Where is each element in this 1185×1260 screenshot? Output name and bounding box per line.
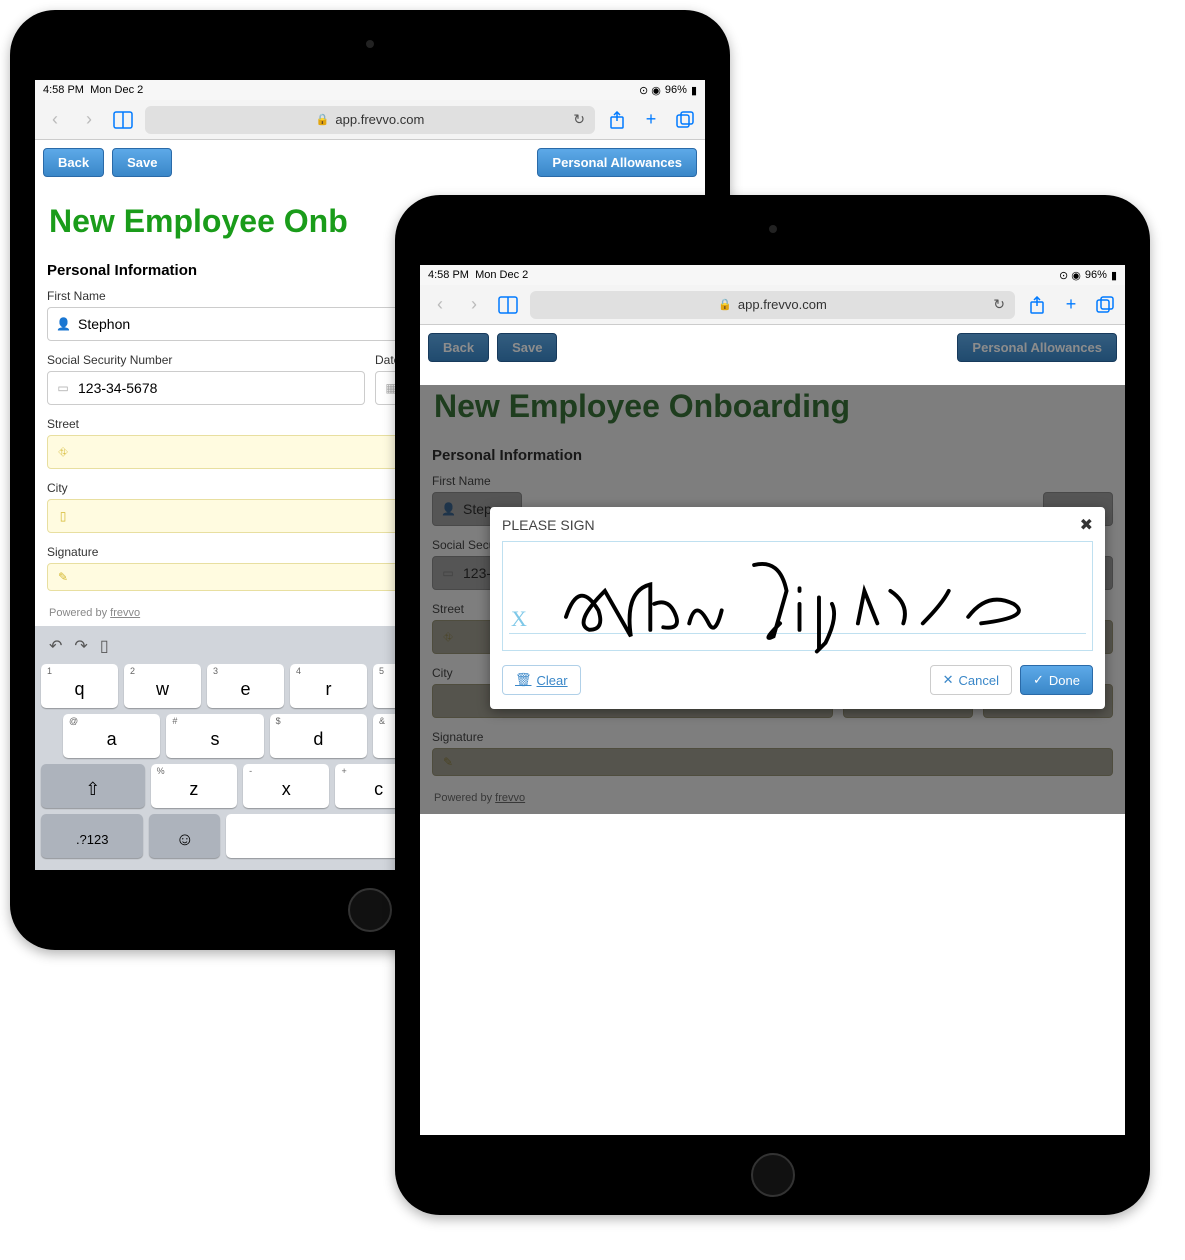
frevvo-link[interactable]: frevvo xyxy=(110,607,140,619)
wifi-icon: ⊙ ◉ xyxy=(1059,269,1081,282)
plus-icon[interactable]: + xyxy=(639,109,663,130)
save-button[interactable]: Save xyxy=(112,148,172,177)
clear-button[interactable]: 🗑Clear xyxy=(502,665,581,695)
screen-2: 4:58 PM Mon Dec 2 ⊙ ◉ 96% ▮ ‹ › 🔒 app.fr… xyxy=(420,265,1125,1135)
reload-icon[interactable]: ↻ xyxy=(573,111,585,128)
forward-nav-icon[interactable]: › xyxy=(77,109,101,130)
bookmarks-icon[interactable] xyxy=(496,296,520,314)
status-date: Mon Dec 2 xyxy=(90,84,143,96)
back-nav-icon[interactable]: ‹ xyxy=(43,109,67,130)
pencil-icon: ✎ xyxy=(56,570,70,584)
home-button[interactable] xyxy=(751,1153,795,1197)
lock-icon: 🔒 xyxy=(718,298,732,311)
url-bar[interactable]: 🔒 app.frevvo.com ↻ xyxy=(145,106,595,134)
road-icon: ⛗ xyxy=(56,445,70,460)
ssn-input[interactable]: ▭123-34-5678 xyxy=(47,371,365,405)
undo-icon[interactable]: ↶ xyxy=(49,636,62,656)
shift-key[interactable]: ⇧ xyxy=(41,764,145,808)
close-icon[interactable]: ✖ xyxy=(1080,515,1093,535)
x-icon: ✕ xyxy=(943,672,954,688)
key-r[interactable]: 4r xyxy=(290,664,367,708)
trash-icon: 🗑 xyxy=(515,672,532,688)
battery-pct: 96% xyxy=(1085,269,1107,281)
key-x[interactable]: -x xyxy=(243,764,329,808)
city-label: City xyxy=(47,481,413,495)
person-icon: 👤 xyxy=(56,317,70,331)
modal-title: PLEASE SIGN xyxy=(502,517,595,533)
allowances-button[interactable]: Personal Allowances xyxy=(537,148,697,177)
key-e[interactable]: 3e xyxy=(207,664,284,708)
plus-icon[interactable]: + xyxy=(1059,294,1083,315)
tabs-icon[interactable] xyxy=(673,111,697,129)
form-content-dimmed: Back Save Personal Allowances New Employ… xyxy=(420,325,1125,814)
camera-dot xyxy=(769,225,777,233)
url-text: app.frevvo.com xyxy=(335,112,424,127)
status-time: 4:58 PM xyxy=(43,84,84,96)
home-button[interactable] xyxy=(348,888,392,932)
status-bar: 4:58 PM Mon Dec 2 ⊙ ◉ 96% ▮ xyxy=(420,265,1125,285)
tabs-icon[interactable] xyxy=(1093,296,1117,314)
ipad-device-2: 4:58 PM Mon Dec 2 ⊙ ◉ 96% ▮ ‹ › 🔒 app.fr… xyxy=(395,195,1150,1215)
key-z[interactable]: %z xyxy=(151,764,237,808)
safari-nav: ‹ › 🔒 app.frevvo.com ↻ + xyxy=(420,285,1125,325)
done-button[interactable]: ✓Done xyxy=(1020,665,1093,695)
battery-icon: ▮ xyxy=(691,84,697,97)
signature-x-mark: X xyxy=(511,606,527,632)
share-icon[interactable] xyxy=(1025,296,1049,314)
back-nav-icon[interactable]: ‹ xyxy=(428,294,452,315)
signature-canvas[interactable]: X xyxy=(502,541,1093,651)
safari-nav: ‹ › 🔒 app.frevvo.com ↻ + xyxy=(35,100,705,140)
status-time: 4:58 PM xyxy=(428,269,469,281)
bookmarks-icon[interactable] xyxy=(111,111,135,129)
battery-icon: ▮ xyxy=(1111,269,1117,282)
back-button: Back xyxy=(428,333,489,362)
status-date: Mon Dec 2 xyxy=(475,269,528,281)
url-bar[interactable]: 🔒 app.frevvo.com ↻ xyxy=(530,291,1015,319)
back-button[interactable]: Back xyxy=(43,148,104,177)
battery-pct: 96% xyxy=(665,84,687,96)
status-bar: 4:58 PM Mon Dec 2 ⊙ ◉ 96% ▮ xyxy=(35,80,705,100)
forward-nav-icon[interactable]: › xyxy=(462,294,486,315)
emoji-key[interactable]: ☺ xyxy=(149,814,220,858)
signature-stroke xyxy=(553,552,1072,656)
signature-modal: PLEASE SIGN ✖ X 🗑Clear ✕Cancel ✓Done xyxy=(490,507,1105,709)
reload-icon[interactable]: ↻ xyxy=(993,296,1005,313)
key-q[interactable]: 1q xyxy=(41,664,118,708)
ssn-label: Social Security Number xyxy=(47,353,365,367)
key-d[interactable]: $d xyxy=(270,714,367,758)
redo-icon[interactable]: ↷ xyxy=(74,636,87,656)
check-icon: ✓ xyxy=(1033,672,1044,688)
cancel-button[interactable]: ✕Cancel xyxy=(930,665,1012,695)
url-text: app.frevvo.com xyxy=(738,297,827,312)
allowances-button: Personal Allowances xyxy=(957,333,1117,362)
save-button: Save xyxy=(497,333,557,362)
card-icon: ▭ xyxy=(56,381,70,395)
lock-icon: 🔒 xyxy=(316,113,330,126)
wifi-icon: ⊙ ◉ xyxy=(639,84,661,97)
key-s[interactable]: #s xyxy=(166,714,263,758)
building-icon: ▯ xyxy=(56,509,70,523)
symbols-key[interactable]: .?123 xyxy=(41,814,143,858)
camera-dot xyxy=(366,40,374,48)
key-a[interactable]: @a xyxy=(63,714,160,758)
paste-icon[interactable]: ▯ xyxy=(100,636,109,656)
city-input[interactable]: ▯ xyxy=(47,499,413,533)
key-w[interactable]: 2w xyxy=(124,664,201,708)
share-icon[interactable] xyxy=(605,111,629,129)
